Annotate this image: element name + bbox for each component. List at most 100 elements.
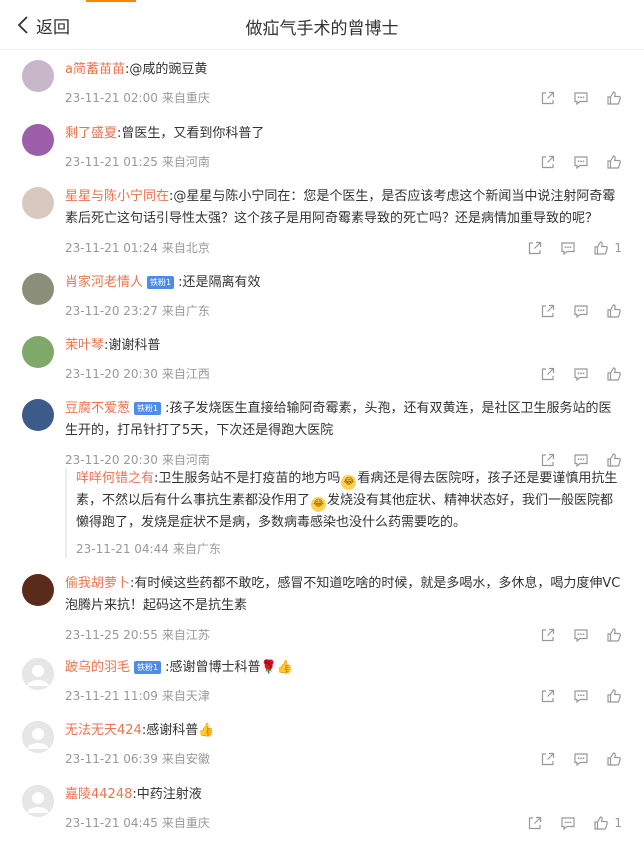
share-button[interactable] bbox=[527, 240, 543, 256]
avatar[interactable] bbox=[22, 721, 54, 753]
back-label: 返回 bbox=[36, 17, 70, 38]
avatar[interactable] bbox=[22, 399, 54, 431]
like-count: 1 bbox=[614, 816, 622, 830]
comment-content: :@咸的豌豆黄 bbox=[124, 62, 208, 77]
like-button[interactable] bbox=[606, 688, 622, 704]
reply-button[interactable] bbox=[573, 688, 589, 704]
fan-badge: 铁粉1 bbox=[134, 661, 162, 674]
like-button[interactable] bbox=[606, 303, 622, 319]
avatar[interactable] bbox=[22, 785, 54, 817]
reply-button[interactable] bbox=[573, 366, 589, 382]
comment-time: 23-11-25 20:55 bbox=[65, 628, 158, 642]
avatar[interactable] bbox=[22, 574, 54, 606]
avatar[interactable] bbox=[22, 60, 54, 92]
username-link[interactable]: 无法无天424 bbox=[65, 723, 142, 738]
like-button[interactable] bbox=[606, 751, 622, 767]
comment-actions: 1 bbox=[510, 814, 622, 832]
share-button[interactable] bbox=[540, 303, 556, 319]
like-icon bbox=[606, 688, 622, 704]
comment-content: :曾医生，又看到你科普了 bbox=[117, 126, 265, 141]
reply-text: 咩咩何错之有:卫生服务站不是打疫苗的地方吗 😂 看病还是得去医院呀，孩子还是要谨慎用… bbox=[76, 468, 622, 534]
comment-actions bbox=[523, 750, 622, 768]
reply-button[interactable] bbox=[573, 303, 589, 319]
like-button[interactable] bbox=[606, 452, 622, 468]
avatar[interactable] bbox=[22, 336, 54, 368]
username-link[interactable]: 豆腐不爱葱 bbox=[65, 401, 130, 416]
comment-content: :感谢曾博士科普 bbox=[165, 660, 261, 675]
username-link[interactable]: 嘉陵44248 bbox=[65, 787, 132, 802]
comment-meta: 23-11-20 20:30 来自江西 bbox=[65, 365, 210, 383]
back-button[interactable]: 返回 bbox=[16, 13, 70, 38]
comment-meta: 23-11-21 11:09 来自天津 bbox=[65, 687, 210, 705]
like-icon bbox=[606, 303, 622, 319]
like-button[interactable] bbox=[606, 154, 622, 170]
comment-text: 无法无天424:感谢科普👍 bbox=[65, 720, 622, 742]
comment-meta: 23-11-21 06:39 来自安徽 bbox=[65, 750, 210, 768]
avatar[interactable] bbox=[22, 658, 54, 690]
comment-content: :还是隔离有效 bbox=[178, 275, 261, 290]
avatar[interactable] bbox=[22, 187, 54, 219]
like-icon bbox=[606, 154, 622, 170]
chevron-left-icon bbox=[17, 16, 28, 34]
reply-button[interactable] bbox=[560, 240, 576, 256]
username-link[interactable]: 跛乌的羽毛 bbox=[65, 660, 130, 675]
thumbs-up-emoji-icon: 👍 bbox=[276, 660, 293, 675]
comment-time: 23-11-20 20:30 bbox=[65, 367, 158, 381]
share-button[interactable] bbox=[527, 815, 543, 831]
thumbs-up-emoji-icon: 👍 bbox=[198, 723, 215, 738]
username-link[interactable]: 肖家河老情人 bbox=[65, 275, 143, 290]
comment-meta: 23-11-21 04:45 来自重庆 bbox=[65, 814, 210, 832]
share-button[interactable] bbox=[540, 688, 556, 704]
like-button[interactable] bbox=[606, 366, 622, 382]
username-link[interactable]: 茉叶琴 bbox=[65, 338, 104, 353]
reply-button[interactable] bbox=[573, 90, 589, 106]
reply-button[interactable] bbox=[560, 815, 576, 831]
avatar[interactable] bbox=[22, 124, 54, 156]
comment-icon bbox=[560, 815, 576, 831]
share-icon bbox=[540, 452, 556, 468]
comment-actions: 1 bbox=[510, 239, 622, 257]
like-count: 1 bbox=[614, 241, 622, 255]
avatar[interactable] bbox=[22, 273, 54, 305]
like-button[interactable]: 1 bbox=[593, 815, 622, 831]
like-button[interactable]: 1 bbox=[593, 240, 622, 256]
comment-icon bbox=[573, 751, 589, 767]
reply-button[interactable] bbox=[573, 751, 589, 767]
comment-text: 星星与陈小宁同在:@星星与陈小宁同在：您是个医生，是否应该考虑这个新闻当中说注射… bbox=[65, 186, 622, 230]
share-button[interactable] bbox=[540, 154, 556, 170]
reply-button[interactable] bbox=[573, 627, 589, 643]
username-link[interactable]: 剩了盛夏 bbox=[65, 126, 117, 141]
comment-text: 偷我胡萝卜:有时候这些药都不敢吃，感冒不知道吃啥的时候，就是多喝水，多休息，喝力… bbox=[65, 573, 622, 617]
comment-time: 23-11-21 06:39 bbox=[65, 752, 158, 766]
username-link[interactable]: 偷我胡萝卜 bbox=[65, 576, 130, 591]
comment-icon bbox=[573, 303, 589, 319]
share-button[interactable] bbox=[540, 366, 556, 382]
reply-button[interactable] bbox=[573, 154, 589, 170]
share-icon bbox=[540, 751, 556, 767]
comment-content: :有时候这些药都不敢吃，感冒不知道吃啥的时候，就是多喝水，多休息，喝力度伸VC泡… bbox=[65, 576, 621, 613]
comment-text: 肖家河老情人 铁粉1:还是隔离有效 bbox=[65, 272, 622, 294]
comment-time: 23-11-21 11:09 bbox=[65, 689, 158, 703]
comment-actions bbox=[523, 89, 622, 107]
like-button[interactable] bbox=[606, 90, 622, 106]
share-button[interactable] bbox=[540, 452, 556, 468]
comment-meta: 23-11-21 01:24 来自北京 bbox=[65, 239, 210, 257]
share-icon bbox=[540, 303, 556, 319]
like-icon bbox=[606, 627, 622, 643]
reply-meta: 23-11-21 04:44 来自广东 bbox=[76, 540, 622, 558]
like-icon bbox=[606, 366, 622, 382]
share-button[interactable] bbox=[540, 90, 556, 106]
username-link[interactable]: 星星与陈小宁同在 bbox=[65, 189, 169, 204]
share-button[interactable] bbox=[540, 751, 556, 767]
reply-content-part1: :卫生服务站不是打疫苗的地方吗 bbox=[154, 471, 341, 486]
comment-text: 豆腐不爱葱 铁粉1:孩子发烧医生直接给输阿奇霉素，头孢，还有双黄连，是社区卫生服务… bbox=[65, 398, 622, 442]
like-button[interactable] bbox=[606, 627, 622, 643]
username-link[interactable]: a简蓄苗苗 bbox=[65, 62, 125, 77]
share-button[interactable] bbox=[540, 627, 556, 643]
comment-icon bbox=[573, 366, 589, 382]
reply-username-link[interactable]: 咩咩何错之有 bbox=[76, 471, 154, 486]
laugh-cry-emoji-icon: 😂 bbox=[311, 497, 327, 512]
comment-text: 茉叶琴:谢谢科普 bbox=[65, 335, 622, 357]
comment-icon bbox=[573, 688, 589, 704]
reply-button[interactable] bbox=[573, 452, 589, 468]
